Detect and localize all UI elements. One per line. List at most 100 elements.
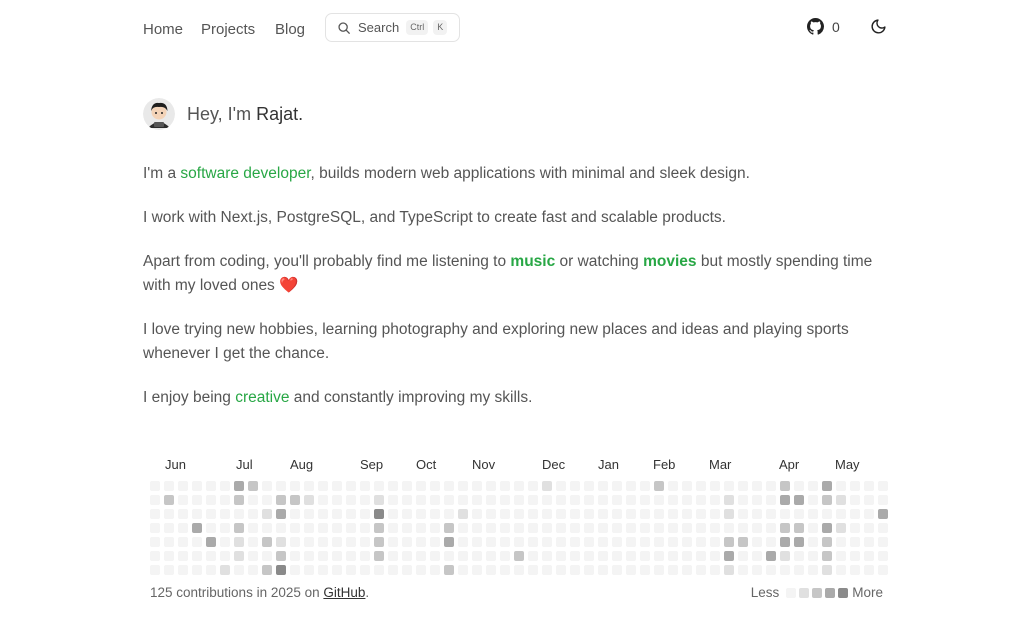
contribution-cell[interactable]	[276, 537, 286, 547]
contribution-cell[interactable]	[388, 523, 398, 533]
contribution-cell[interactable]	[822, 565, 832, 575]
contribution-cell[interactable]	[850, 495, 860, 505]
contribution-cell[interactable]	[612, 495, 622, 505]
contribution-cell[interactable]	[164, 565, 174, 575]
contribution-cell[interactable]	[178, 481, 188, 491]
theme-toggle-button[interactable]	[870, 18, 887, 40]
contribution-cell[interactable]	[388, 481, 398, 491]
contribution-cell[interactable]	[836, 523, 846, 533]
contribution-cell[interactable]	[878, 537, 888, 547]
contribution-cell[interactable]	[486, 509, 496, 519]
contribution-cell[interactable]	[150, 509, 160, 519]
contribution-cell[interactable]	[640, 537, 650, 547]
contribution-cell[interactable]	[598, 551, 608, 561]
contribution-cell[interactable]	[150, 481, 160, 491]
contribution-cell[interactable]	[556, 565, 566, 575]
contribution-cell[interactable]	[710, 523, 720, 533]
contribution-cell[interactable]	[738, 509, 748, 519]
contribution-cell[interactable]	[682, 495, 692, 505]
contribution-cell[interactable]	[514, 481, 524, 491]
contribution-cell[interactable]	[416, 565, 426, 575]
contribution-cell[interactable]	[514, 551, 524, 561]
contribution-cell[interactable]	[346, 523, 356, 533]
contribution-cell[interactable]	[612, 481, 622, 491]
contribution-cell[interactable]	[164, 481, 174, 491]
contribution-cell[interactable]	[304, 565, 314, 575]
contribution-cell[interactable]	[416, 495, 426, 505]
contribution-cell[interactable]	[724, 551, 734, 561]
contribution-cell[interactable]	[752, 481, 762, 491]
contribution-cell[interactable]	[836, 481, 846, 491]
contribution-cell[interactable]	[248, 509, 258, 519]
contribution-cell[interactable]	[388, 565, 398, 575]
contribution-cell[interactable]	[654, 509, 664, 519]
contribution-cell[interactable]	[556, 523, 566, 533]
contribution-cell[interactable]	[206, 523, 216, 533]
contribution-cell[interactable]	[808, 537, 818, 547]
contribution-cell[interactable]	[346, 565, 356, 575]
contribution-cell[interactable]	[430, 509, 440, 519]
contribution-cell[interactable]	[304, 495, 314, 505]
contribution-cell[interactable]	[220, 523, 230, 533]
contribution-cell[interactable]	[640, 481, 650, 491]
contribution-cell[interactable]	[262, 523, 272, 533]
contribution-cell[interactable]	[444, 509, 454, 519]
contribution-cell[interactable]	[150, 565, 160, 575]
creative-link[interactable]: creative	[235, 389, 289, 406]
contribution-cell[interactable]	[696, 481, 706, 491]
contribution-cell[interactable]	[472, 565, 482, 575]
contribution-cell[interactable]	[220, 495, 230, 505]
contribution-cell[interactable]	[780, 523, 790, 533]
contribution-cell[interactable]	[822, 551, 832, 561]
contribution-cell[interactable]	[836, 495, 846, 505]
contribution-cell[interactable]	[346, 509, 356, 519]
contribution-cell[interactable]	[276, 565, 286, 575]
contribution-cell[interactable]	[710, 551, 720, 561]
contribution-cell[interactable]	[752, 565, 762, 575]
contribution-cell[interactable]	[220, 509, 230, 519]
contribution-cell[interactable]	[374, 565, 384, 575]
contribution-cell[interactable]	[878, 551, 888, 561]
contribution-cell[interactable]	[192, 565, 202, 575]
contribution-cell[interactable]	[864, 509, 874, 519]
contribution-cell[interactable]	[850, 565, 860, 575]
contribution-cell[interactable]	[402, 537, 412, 547]
contribution-cell[interactable]	[752, 509, 762, 519]
contribution-cell[interactable]	[234, 565, 244, 575]
contribution-cell[interactable]	[766, 537, 776, 547]
contribution-cell[interactable]	[836, 509, 846, 519]
contribution-cell[interactable]	[542, 551, 552, 561]
contribution-cell[interactable]	[192, 523, 202, 533]
contribution-cell[interactable]	[752, 523, 762, 533]
contribution-cell[interactable]	[206, 481, 216, 491]
contribution-cell[interactable]	[570, 523, 580, 533]
contribution-cell[interactable]	[374, 523, 384, 533]
contribution-cell[interactable]	[500, 495, 510, 505]
contribution-cell[interactable]	[584, 509, 594, 519]
contribution-cell[interactable]	[290, 509, 300, 519]
contribution-cell[interactable]	[178, 495, 188, 505]
contribution-cell[interactable]	[682, 509, 692, 519]
contribution-cell[interactable]	[878, 509, 888, 519]
contribution-cell[interactable]	[164, 537, 174, 547]
contribution-cell[interactable]	[878, 565, 888, 575]
contribution-cell[interactable]	[472, 551, 482, 561]
contribution-cell[interactable]	[234, 537, 244, 547]
contribution-cell[interactable]	[598, 523, 608, 533]
contribution-cell[interactable]	[262, 551, 272, 561]
contribution-cell[interactable]	[584, 481, 594, 491]
contribution-cell[interactable]	[472, 537, 482, 547]
contribution-cell[interactable]	[696, 495, 706, 505]
contribution-cell[interactable]	[234, 551, 244, 561]
contribution-cell[interactable]	[248, 565, 258, 575]
contribution-cell[interactable]	[654, 565, 664, 575]
contribution-cell[interactable]	[738, 481, 748, 491]
contribution-cell[interactable]	[696, 537, 706, 547]
contribution-cell[interactable]	[570, 495, 580, 505]
contribution-cell[interactable]	[528, 481, 538, 491]
contribution-cell[interactable]	[444, 495, 454, 505]
contribution-cell[interactable]	[626, 523, 636, 533]
contribution-cell[interactable]	[822, 523, 832, 533]
contribution-cell[interactable]	[626, 495, 636, 505]
contribution-cell[interactable]	[178, 509, 188, 519]
